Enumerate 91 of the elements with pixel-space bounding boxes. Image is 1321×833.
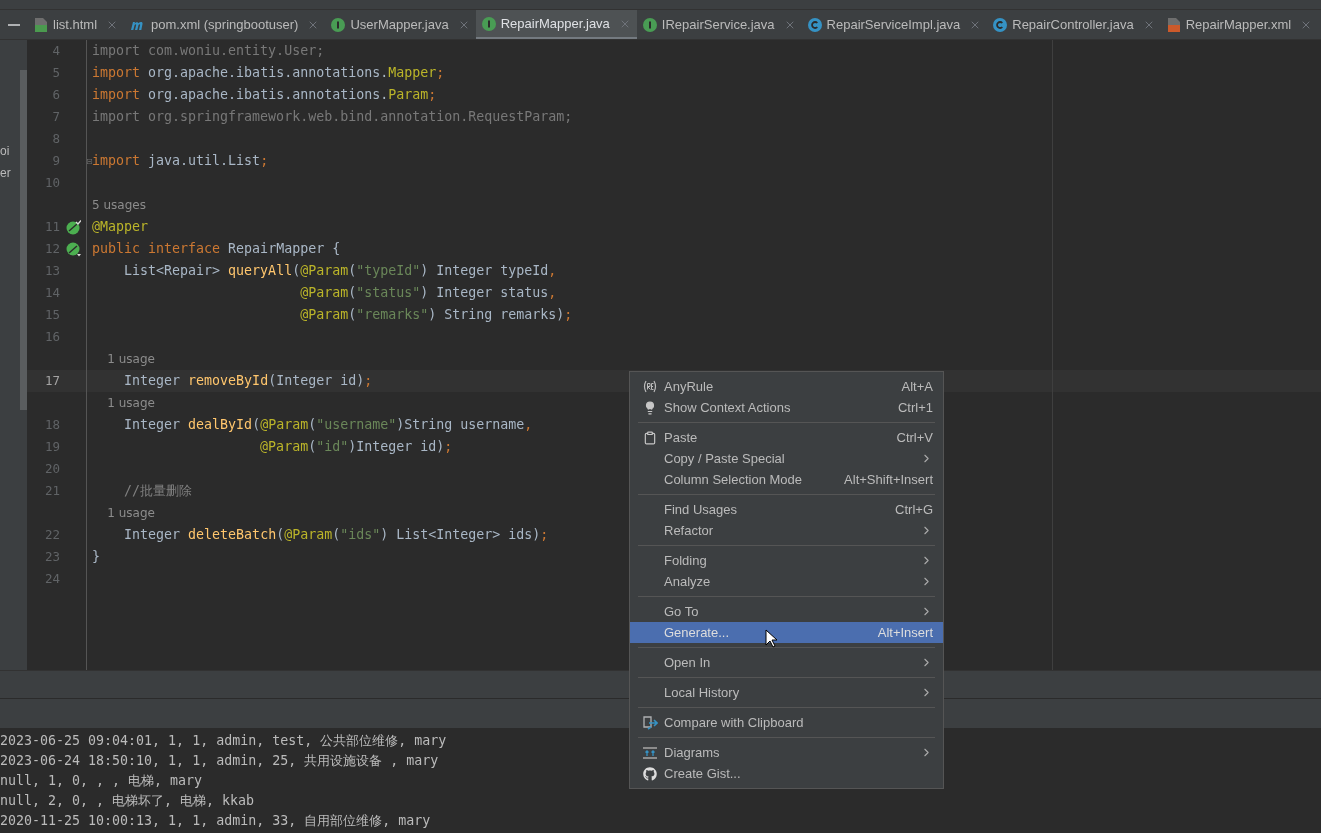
clipboard-icon xyxy=(643,430,657,445)
code-line: } xyxy=(92,548,100,567)
code-line: @Param("remarks") String remarks); xyxy=(299,306,573,325)
line-number: 23 xyxy=(43,547,60,566)
line-number: 4 xyxy=(51,41,60,60)
menu-item[interactable]: Diagrams xyxy=(630,742,943,763)
menu-item[interactable]: Copy / Paste Special xyxy=(630,448,943,469)
usage-hint[interactable]: 1 usage xyxy=(92,394,155,412)
menu-item[interactable]: Generate... Alt+Insert xyxy=(630,622,943,643)
code-line: import java.util.List; xyxy=(92,152,269,171)
code-line: import com.woniu.entity.User; xyxy=(92,42,325,61)
github-icon xyxy=(643,766,657,781)
line-number: 18 xyxy=(43,415,60,434)
line-number: 11 xyxy=(43,217,60,236)
regex-icon xyxy=(643,380,657,393)
scrollbar[interactable] xyxy=(20,70,27,410)
usage-hint[interactable]: 5 usages xyxy=(92,196,146,214)
menu-item[interactable]: AnyRule Alt+A xyxy=(630,376,943,397)
code-line: //批量删除 xyxy=(123,482,193,501)
editor-tab[interactable]: RepairMapper.xml xyxy=(1160,10,1319,39)
interface-file-icon xyxy=(331,17,346,32)
line-number: 17 xyxy=(43,371,60,390)
line-number: 24 xyxy=(43,569,60,588)
line-number: 20 xyxy=(43,459,60,478)
line-number: 8 xyxy=(51,129,60,148)
code-line: import org.springframework.web.bind.annotation.RequestParam; xyxy=(92,108,573,127)
mapper-bird-icon xyxy=(66,219,81,235)
line-number: 9 xyxy=(51,151,60,170)
editor-tab[interactable]: pom.xml (springbootuser) xyxy=(124,10,326,39)
line-number: 15 xyxy=(43,305,60,324)
menu-item[interactable]: Analyze xyxy=(630,571,943,592)
menu-item[interactable]: Compare with Clipboard xyxy=(630,712,943,733)
line-number: 13 xyxy=(43,261,60,280)
line-number: 10 xyxy=(43,173,60,192)
line-number: 22 xyxy=(43,525,60,544)
line-number: 21 xyxy=(43,481,60,500)
usage-hint[interactable]: 1 usage xyxy=(92,504,155,522)
mouse-pointer-icon xyxy=(765,629,777,648)
code-line: List<Repair> queryAll(@Param("typeId") Integer typeId, xyxy=(123,262,557,281)
menu-item[interactable]: Folding xyxy=(630,550,943,571)
editor-tab[interactable]: RepairMapper.java xyxy=(475,10,637,39)
minimize-icon[interactable] xyxy=(8,23,20,26)
line-number: 16 xyxy=(43,327,60,346)
xml-file-icon xyxy=(1166,16,1181,33)
menu-item[interactable]: Paste Ctrl+V xyxy=(630,427,943,448)
line-number: 19 xyxy=(43,437,60,456)
project-tree-item[interactable]: er xyxy=(0,164,11,182)
menu-item[interactable]: Local History xyxy=(630,682,943,703)
console-line: 2020-11-25 10:00:13, 1, 1, admin, 33, 自用部位维修, mary xyxy=(0,812,431,830)
mapper-bird-icon xyxy=(66,241,81,257)
lightbulb-icon xyxy=(643,400,657,415)
code-line: import org.apache.ibatis.annotations.Param; xyxy=(92,86,437,105)
editor-tab[interactable]: RepairServiceImpl.java xyxy=(801,10,988,39)
project-tree-item[interactable]: oi xyxy=(0,142,10,160)
line-number: 5 xyxy=(51,63,60,82)
line-number: 7 xyxy=(51,107,60,126)
menu-item[interactable]: Find Usages Ctrl+G xyxy=(630,499,943,520)
console-line: 2023-06-25 09:04:01, 1, 1, admin, test, 公共部位维修, mary xyxy=(0,732,447,750)
line-number: 12 xyxy=(43,239,60,258)
menu-item[interactable]: Create Gist... xyxy=(630,763,943,784)
menu-item[interactable]: Refactor xyxy=(630,520,943,541)
code-line: public interface RepairMapper { xyxy=(92,240,341,259)
code-line: import org.apache.ibatis.annotations.Mapper; xyxy=(92,64,445,83)
editor-tab[interactable]: RepairController.java xyxy=(987,10,1161,39)
console-line: 2023-06-24 18:50:10, 1, 1, admin, 25, 共用设施设备 , mary xyxy=(0,752,439,770)
class-file-icon xyxy=(807,17,822,32)
usage-hint[interactable]: 1 usage xyxy=(92,350,155,368)
menu-item[interactable]: Go To xyxy=(630,601,943,622)
console-line: null, 1, 0, , , 电梯, mary xyxy=(0,772,203,790)
editor-tab[interactable]: UserMapper.java xyxy=(325,10,476,39)
code-line: Integer deleteBatch(@Param("ids") List<Integer> ids); xyxy=(123,526,549,545)
editor-tab[interactable]: list.html xyxy=(28,10,125,39)
code-line: @Param("status") Integer status, xyxy=(299,284,557,303)
menu-item[interactable]: Open In xyxy=(630,652,943,673)
line-number: 6 xyxy=(51,85,60,104)
code-line: @Param("id")Integer id); xyxy=(259,438,453,457)
code-line: Integer dealById(@Param("username")String username, xyxy=(123,416,533,435)
editor-tab[interactable]: IRepairService.java xyxy=(636,10,802,39)
fold-icon[interactable] xyxy=(87,156,92,166)
compare-clipboard-icon xyxy=(642,715,658,730)
code-line: Integer removeById(Integer id); xyxy=(123,372,373,391)
class-file-icon xyxy=(993,17,1008,32)
interface-file-icon xyxy=(481,16,496,31)
console-line: null, 2, 0, , 电梯坏了, 电梯, kkab xyxy=(0,792,255,810)
interface-file-icon xyxy=(642,17,657,32)
menu-item[interactable]: Column Selection Mode Alt+Shift+Insert xyxy=(630,469,943,490)
html-file-icon xyxy=(34,16,48,33)
line-number: 14 xyxy=(43,283,60,302)
code-line: @Mapper xyxy=(92,218,149,237)
diagram-icon xyxy=(642,745,658,760)
menu-item[interactable]: Show Context Actions Ctrl+1 xyxy=(630,397,943,418)
